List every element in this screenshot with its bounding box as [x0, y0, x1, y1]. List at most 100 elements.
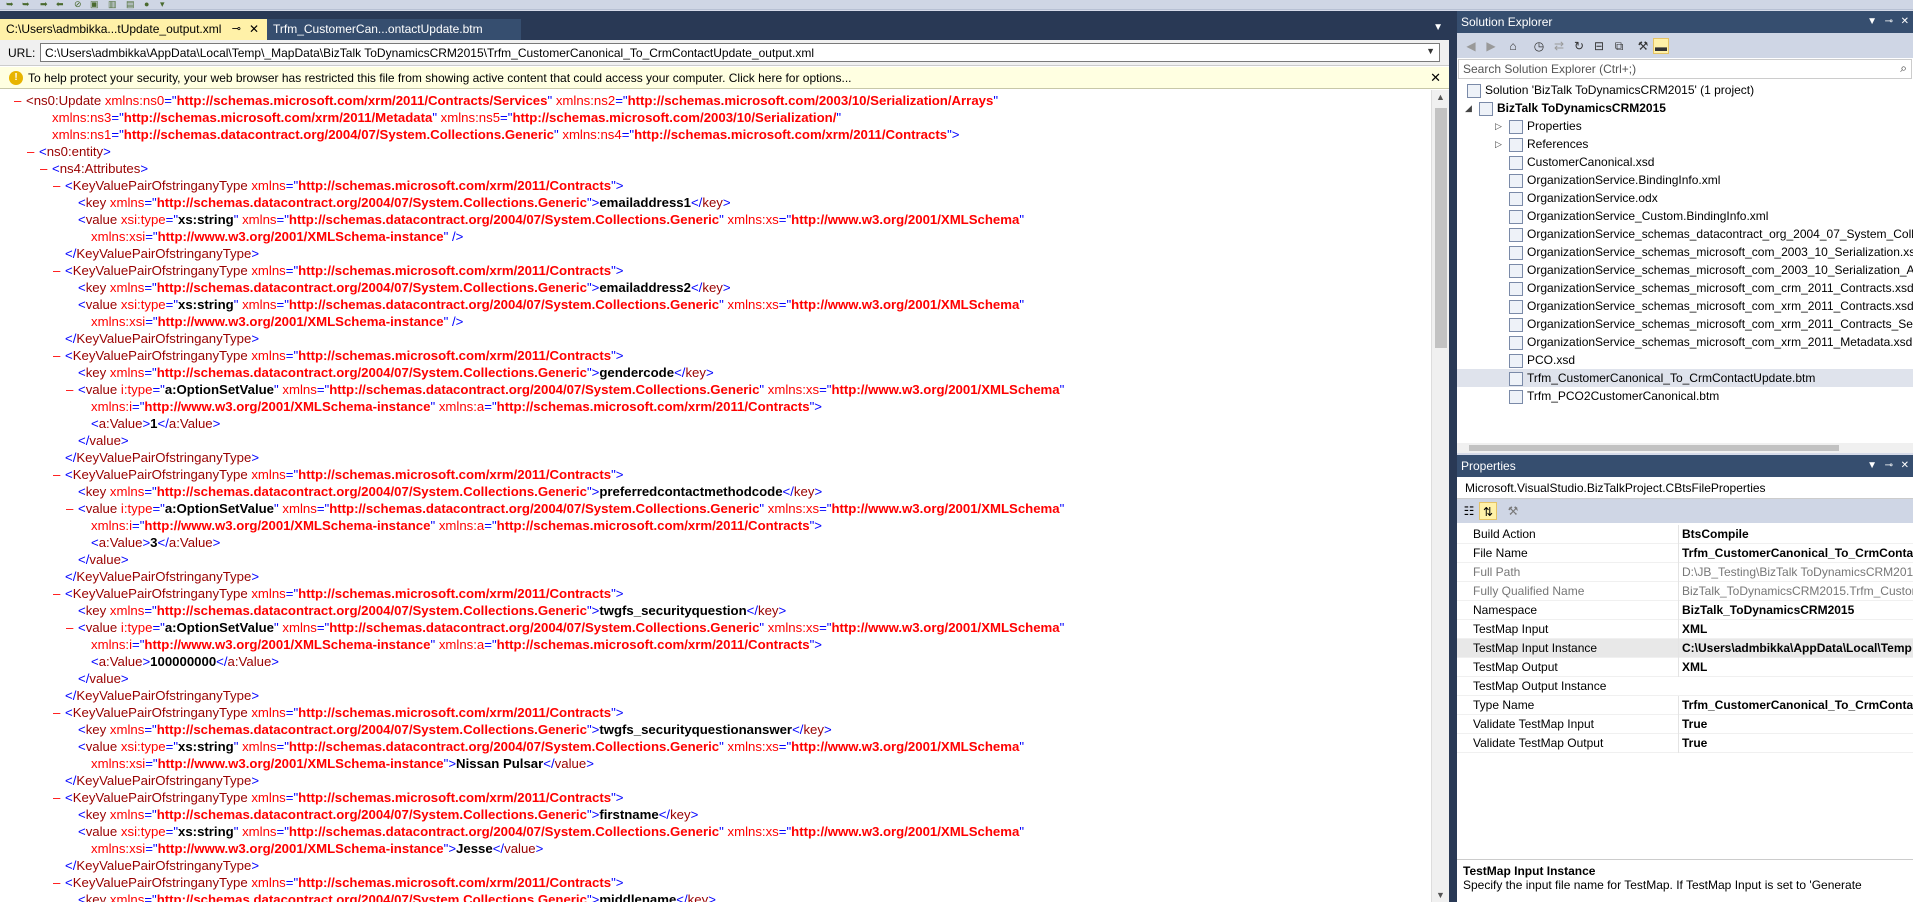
alphabetical-icon[interactable]: ⇅ [1479, 502, 1497, 520]
collapse-toggle[interactable]: – [53, 177, 65, 194]
collapse-toggle[interactable]: – [53, 262, 65, 279]
tree-item[interactable]: Trfm_PCO2CustomerCanonical.btm [1457, 387, 1913, 405]
xml-document-view[interactable]: – <ns0:Update xmlns:ns0="http://schemas.m… [0, 90, 1431, 902]
property-value[interactable]: C:\Users\admbikka\AppData\Local\Temp [1678, 639, 1913, 658]
tree-item[interactable]: OrganizationService_schemas_datacontract… [1457, 225, 1913, 243]
tree-item[interactable]: OrganizationService_schemas_microsoft_co… [1457, 297, 1913, 315]
scrollbar-thumb[interactable] [1469, 445, 1839, 451]
url-field[interactable]: C:\Users\admbikka\AppData\Local\Temp\_Ma… [40, 43, 1440, 62]
open-file-icon[interactable]: ▣ [90, 0, 102, 9]
categorized-icon[interactable]: ☷ [1461, 503, 1477, 519]
history-icon[interactable]: ◷ [1531, 38, 1547, 54]
collapse-toggle[interactable]: – [53, 585, 65, 602]
wrench-icon[interactable]: ⚒ [1635, 38, 1651, 54]
redo-icon[interactable]: ➥ [22, 0, 34, 9]
property-row[interactable]: Validate TestMap Output True [1457, 734, 1913, 753]
collapse-toggle[interactable]: – [27, 143, 39, 160]
toolbar-options-icon[interactable]: ▾ [160, 0, 172, 9]
tree-item[interactable]: Trfm_CustomerCanonical_To_CrmContactUpda… [1457, 369, 1913, 387]
collapse-toggle[interactable]: – [53, 347, 65, 364]
collapse-toggle[interactable]: – [40, 160, 52, 177]
tree-item[interactable]: Solution 'BizTalk ToDynamicsCRM2015' (1 … [1457, 81, 1913, 99]
scroll-down-icon[interactable]: ▼ [1436, 890, 1445, 900]
tree-item[interactable]: PCO.xsd [1457, 351, 1913, 369]
dropdown-icon[interactable]: ▼ [1867, 11, 1877, 33]
back-icon[interactable]: ⬅ [56, 0, 68, 9]
collapse-toggle[interactable]: – [53, 704, 65, 721]
tab-output-xml[interactable]: C:\Users\admbikka...tUpdate_output.xml ⊸… [0, 19, 267, 40]
property-value[interactable]: BizTalk_ToDynamicsCRM2015 [1678, 601, 1913, 620]
property-pages-icon[interactable]: ⚒ [1505, 503, 1521, 519]
refresh-icon[interactable]: ↻ [1571, 38, 1587, 54]
collapse-all-icon[interactable]: ⊟ [1591, 38, 1607, 54]
expand-arrow-icon[interactable]: ◢ [1465, 99, 1472, 117]
collapse-toggle[interactable]: – [66, 500, 78, 517]
pin-icon[interactable]: ⊸ [1885, 11, 1893, 33]
tree-item[interactable]: ▷ Properties [1457, 117, 1913, 135]
tree-item[interactable]: CustomerCanonical.xsd [1457, 153, 1913, 171]
sync-icon[interactable]: ⇄ [1551, 38, 1567, 54]
stop-icon[interactable]: ⊘ [74, 0, 86, 9]
properties-object-selector[interactable]: Microsoft.VisualStudio.BizTalkProject.CB… [1457, 477, 1913, 499]
tree-item[interactable]: OrganizationService_Custom.BindingInfo.x… [1457, 207, 1913, 225]
close-icon[interactable]: ✕ [1901, 455, 1909, 477]
show-all-files-icon[interactable]: ⧉ [1611, 38, 1627, 54]
property-value[interactable]: XML [1678, 620, 1913, 639]
tree-item[interactable]: ◢ BizTalk ToDynamicsCRM2015 [1457, 99, 1913, 117]
back-icon[interactable]: ◀ [1463, 38, 1479, 54]
pin-icon[interactable]: ⊸ [232, 19, 241, 40]
pin-icon[interactable]: ⊸ [1885, 455, 1893, 477]
navigate-icon[interactable]: ➡ [40, 0, 52, 9]
tab-list-dropdown-icon[interactable]: ▼ [1433, 22, 1443, 33]
property-row[interactable]: Full Path D:\JB_Testing\BizTalk ToDynamic… [1457, 563, 1913, 582]
property-value[interactable]: BizTalk_ToDynamicsCRM2015.Trfm_CustomerC… [1678, 582, 1913, 601]
tree-item[interactable]: ▷ References [1457, 135, 1913, 153]
expand-arrow-icon[interactable]: ▷ [1495, 135, 1502, 153]
property-value[interactable]: True [1678, 715, 1913, 734]
property-row[interactable]: TestMap Input XML [1457, 620, 1913, 639]
collapse-toggle[interactable]: – [66, 381, 78, 398]
tree-item[interactable]: OrganizationService_schemas_microsoft_co… [1457, 261, 1913, 279]
search-input[interactable]: Search Solution Explorer (Ctrl+;) ⌕ [1458, 59, 1912, 79]
property-row[interactable]: Fully Qualified Name BizTalk_ToDynamicsCR… [1457, 582, 1913, 601]
forward-icon[interactable]: ▶ [1483, 38, 1499, 54]
property-row[interactable]: Build Action BtsCompile [1457, 525, 1913, 544]
url-dropdown-icon[interactable]: ▼ [1426, 46, 1435, 56]
undo-icon[interactable]: ➥ [6, 0, 18, 9]
home-icon[interactable]: ⌂ [1505, 38, 1521, 54]
property-value[interactable]: XML [1678, 658, 1913, 677]
tree-item[interactable]: OrganizationService.BindingInfo.xml [1457, 171, 1913, 189]
horizontal-scrollbar[interactable] [1457, 443, 1913, 453]
property-row[interactable]: TestMap Output XML [1457, 658, 1913, 677]
search-icon[interactable]: ⌕ [1900, 61, 1907, 76]
delete-icon[interactable]: ▤ [126, 0, 138, 9]
tab-map-btm[interactable]: Trfm_CustomerCan...ontactUpdate.btm [267, 19, 521, 40]
scroll-up-icon[interactable]: ▲ [1436, 92, 1445, 102]
collapse-toggle[interactable]: – [53, 874, 65, 891]
pane-splitter[interactable] [1449, 11, 1457, 902]
close-icon[interactable]: ✕ [249, 19, 259, 40]
property-row[interactable]: File Name Trfm_CustomerCanonical_To_CrmCo… [1457, 544, 1913, 563]
property-row[interactable]: Type Name Trfm_CustomerCanonical_To_CrmCo… [1457, 696, 1913, 715]
collapse-toggle[interactable]: – [53, 789, 65, 806]
tree-item[interactable]: OrganizationService_schemas_microsoft_co… [1457, 315, 1913, 333]
vertical-scrollbar[interactable]: ▲ ▼ [1431, 90, 1449, 902]
save-icon[interactable]: ▥ [108, 0, 120, 9]
dropdown-icon[interactable]: ▼ [1867, 455, 1877, 477]
property-value[interactable]: True [1678, 734, 1913, 753]
expand-arrow-icon[interactable]: ▷ [1495, 117, 1502, 135]
collapse-toggle[interactable]: – [53, 466, 65, 483]
tree-item[interactable]: OrganizationService_schemas_microsoft_co… [1457, 279, 1913, 297]
property-row[interactable]: Namespace BizTalk_ToDynamicsCRM2015 [1457, 601, 1913, 620]
property-value[interactable]: Trfm_CustomerCanonical_To_CrmContactUpda… [1678, 696, 1913, 715]
property-value[interactable]: BtsCompile [1678, 525, 1913, 544]
property-row[interactable]: TestMap Input Instance C:\Users\admbikka\… [1457, 639, 1913, 658]
globe-icon[interactable]: ● [144, 0, 156, 9]
tree-item[interactable]: OrganizationService_schemas_microsoft_co… [1457, 333, 1913, 351]
collapse-toggle[interactable]: – [14, 92, 26, 109]
property-row[interactable]: TestMap Output Instance [1457, 677, 1913, 696]
collapse-toggle[interactable]: – [66, 619, 78, 636]
tree-item[interactable]: OrganizationService_schemas_microsoft_co… [1457, 243, 1913, 261]
scrollbar-thumb[interactable] [1435, 108, 1447, 348]
tree-item[interactable]: OrganizationService.odx [1457, 189, 1913, 207]
